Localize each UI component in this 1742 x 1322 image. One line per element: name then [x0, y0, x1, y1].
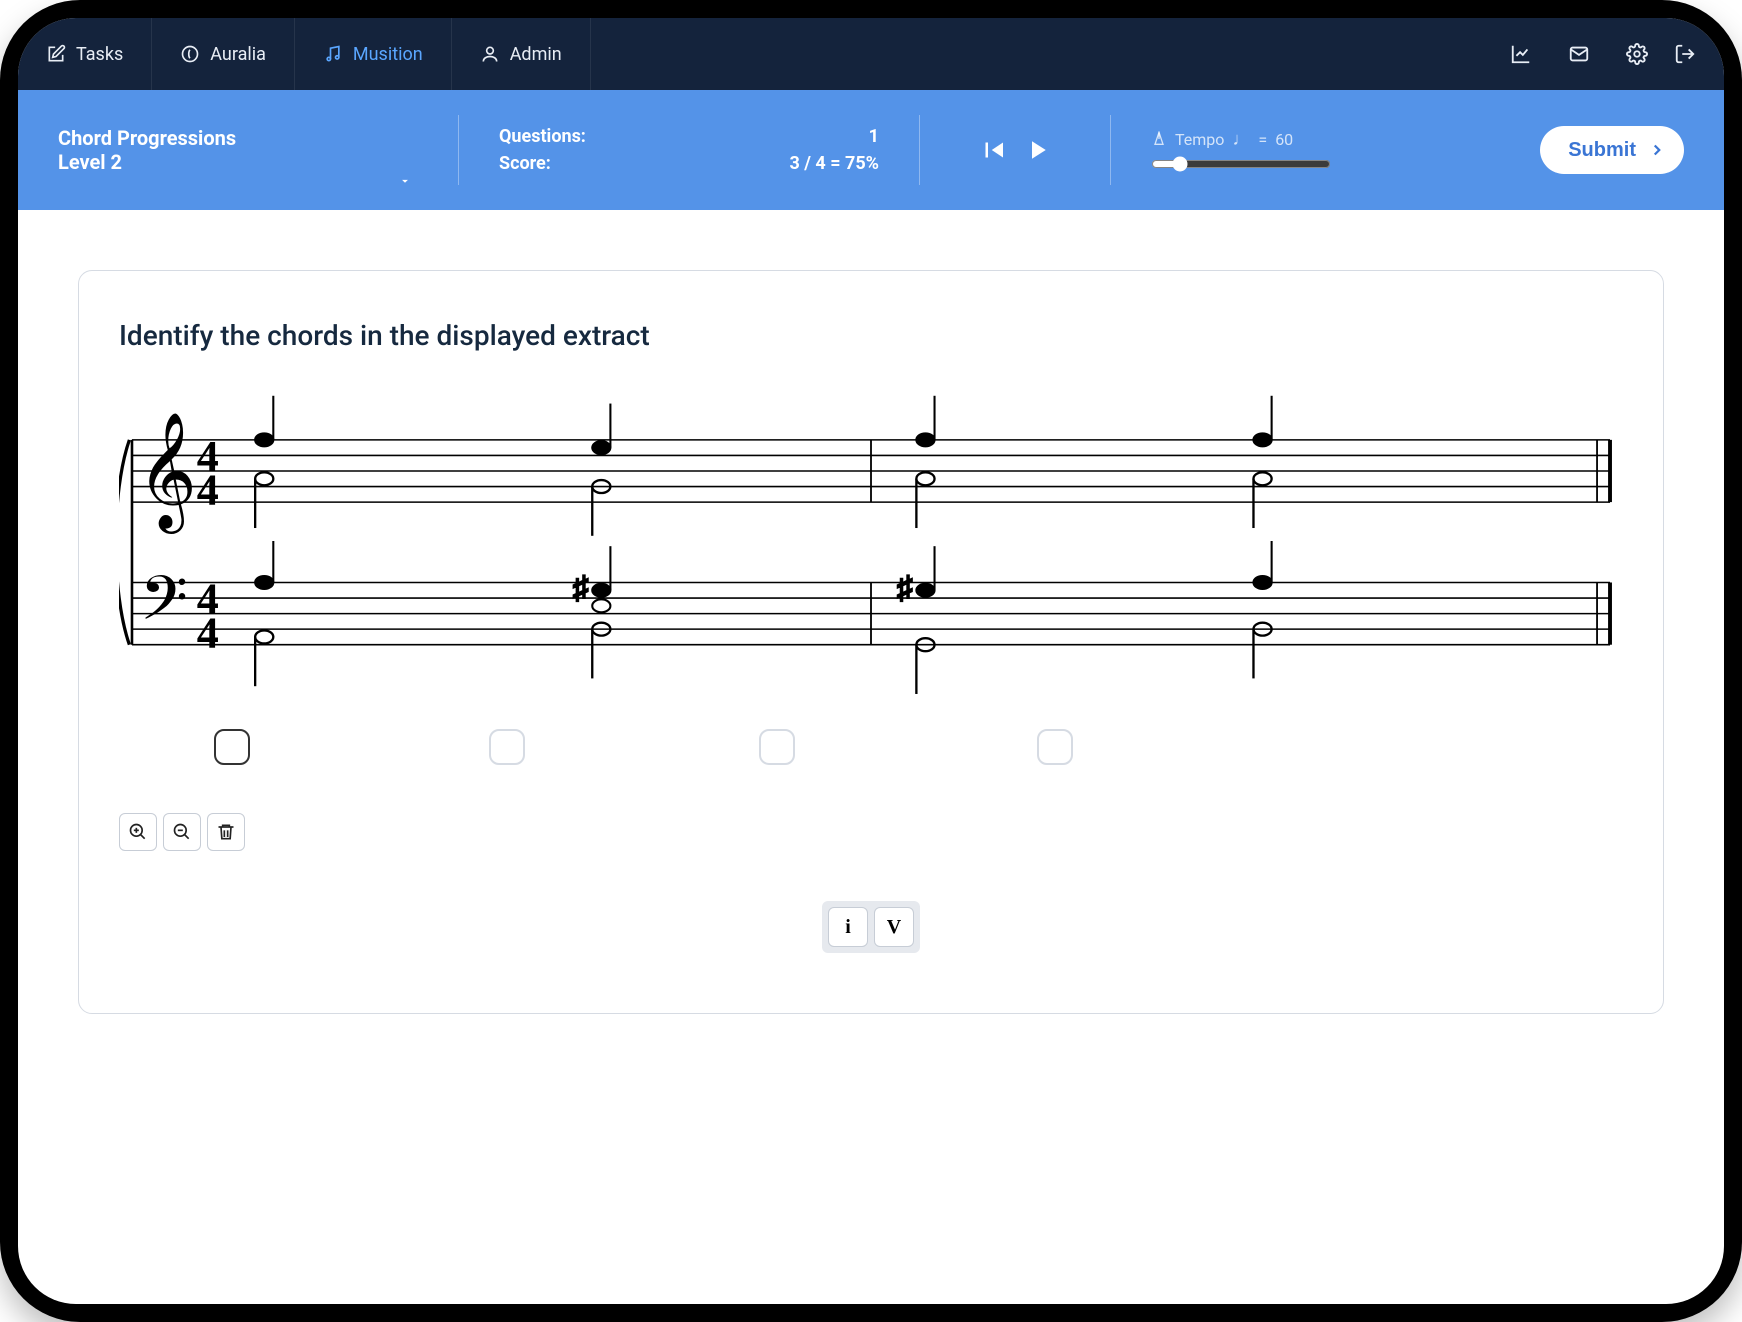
- topic-title: Chord Progressions: [58, 126, 418, 150]
- messages-button[interactable]: [1550, 18, 1608, 90]
- music-score: 𝄞 𝄢 4 4 4 4: [119, 388, 1623, 779]
- score-tools: [119, 813, 1623, 851]
- submit-button[interactable]: Submit: [1540, 126, 1684, 174]
- app-screen: Tasks Auralia Musition Admin: [18, 18, 1724, 1304]
- score-value: 3 / 4 = 75%: [789, 153, 879, 174]
- roman-option-i[interactable]: i: [828, 907, 868, 947]
- nav-tasks[interactable]: Tasks: [18, 18, 152, 90]
- logout-icon: [1674, 43, 1696, 65]
- rewind-button[interactable]: [978, 135, 1008, 165]
- gear-icon: [1626, 43, 1648, 65]
- question-prompt: Identify the chords in the displayed ext…: [119, 319, 1623, 352]
- settings-button[interactable]: [1608, 18, 1666, 90]
- zoom-out-icon: [172, 822, 192, 842]
- divider: [1110, 115, 1111, 185]
- stats-button[interactable]: [1492, 18, 1550, 90]
- nav-admin[interactable]: Admin: [452, 18, 591, 90]
- admin-icon: [480, 44, 500, 64]
- question-card: Identify the chords in the displayed ext…: [78, 270, 1664, 1014]
- playback-controls: [960, 135, 1070, 165]
- sub-header: Chord Progressions Level 2 Questions: 1 …: [18, 90, 1724, 210]
- tempo-label: Tempo: [1175, 130, 1224, 149]
- mail-icon: [1568, 43, 1590, 65]
- nav-tasks-label: Tasks: [76, 44, 123, 65]
- grand-staff: 𝄞 𝄢 4 4 4 4: [119, 388, 1623, 725]
- roman-numeral-palette: i V: [119, 901, 1623, 953]
- score-panel: Questions: 1 Score: 3 / 4 = 75%: [499, 126, 879, 174]
- svg-text:𝄞: 𝄞: [137, 414, 197, 534]
- play-button[interactable]: [1022, 135, 1052, 165]
- svg-text:4: 4: [197, 608, 219, 657]
- nav-admin-label: Admin: [510, 44, 562, 65]
- answer-slot-4[interactable]: [1037, 729, 1073, 765]
- svg-text:♯: ♯: [573, 570, 589, 605]
- svg-text:𝄢: 𝄢: [140, 566, 188, 649]
- topic-selector[interactable]: Chord Progressions Level 2: [58, 126, 418, 174]
- tempo-slider[interactable]: [1151, 156, 1331, 172]
- topic-level: Level 2: [58, 150, 418, 174]
- clear-button[interactable]: [207, 813, 245, 851]
- trash-icon: [216, 822, 236, 842]
- logout-button[interactable]: [1666, 18, 1724, 90]
- musition-icon: [323, 44, 343, 64]
- answer-slot-3[interactable]: [759, 729, 795, 765]
- svg-text:4: 4: [197, 466, 219, 515]
- tempo-control: Tempo ♩ = 60: [1151, 129, 1361, 172]
- questions-value: 1: [869, 126, 879, 147]
- submit-label: Submit: [1568, 139, 1636, 162]
- answer-slot-2[interactable]: [489, 729, 525, 765]
- divider: [919, 115, 920, 185]
- tempo-value: 60: [1275, 130, 1293, 149]
- roman-option-V[interactable]: V: [874, 907, 914, 947]
- questions-label: Questions:: [499, 126, 586, 147]
- chevron-right-icon: [1648, 141, 1666, 159]
- nav-musition[interactable]: Musition: [295, 18, 452, 90]
- zoom-in-icon: [128, 822, 148, 842]
- edit-icon: [46, 44, 66, 64]
- answer-slot-1[interactable]: [214, 729, 250, 765]
- top-nav: Tasks Auralia Musition Admin: [18, 18, 1724, 90]
- tablet-frame: Tasks Auralia Musition Admin: [0, 0, 1742, 1322]
- svg-text:♯: ♯: [897, 570, 913, 605]
- main-area: Identify the chords in the displayed ext…: [18, 210, 1724, 1304]
- auralia-icon: [180, 44, 200, 64]
- chart-icon: [1510, 43, 1532, 65]
- quarter-note-icon: ♩: [1232, 129, 1250, 150]
- tablet-bezel: Tasks Auralia Musition Admin: [10, 10, 1732, 1312]
- zoom-in-button[interactable]: [119, 813, 157, 851]
- tempo-equals: =: [1258, 130, 1267, 149]
- nav-auralia-label: Auralia: [210, 44, 266, 65]
- divider: [458, 115, 459, 185]
- chevron-down-icon: [398, 174, 412, 188]
- score-label: Score:: [499, 153, 551, 174]
- nav-auralia[interactable]: Auralia: [152, 18, 295, 90]
- nav-musition-label: Musition: [353, 44, 423, 65]
- zoom-out-button[interactable]: [163, 813, 201, 851]
- metronome-icon: [1151, 131, 1167, 147]
